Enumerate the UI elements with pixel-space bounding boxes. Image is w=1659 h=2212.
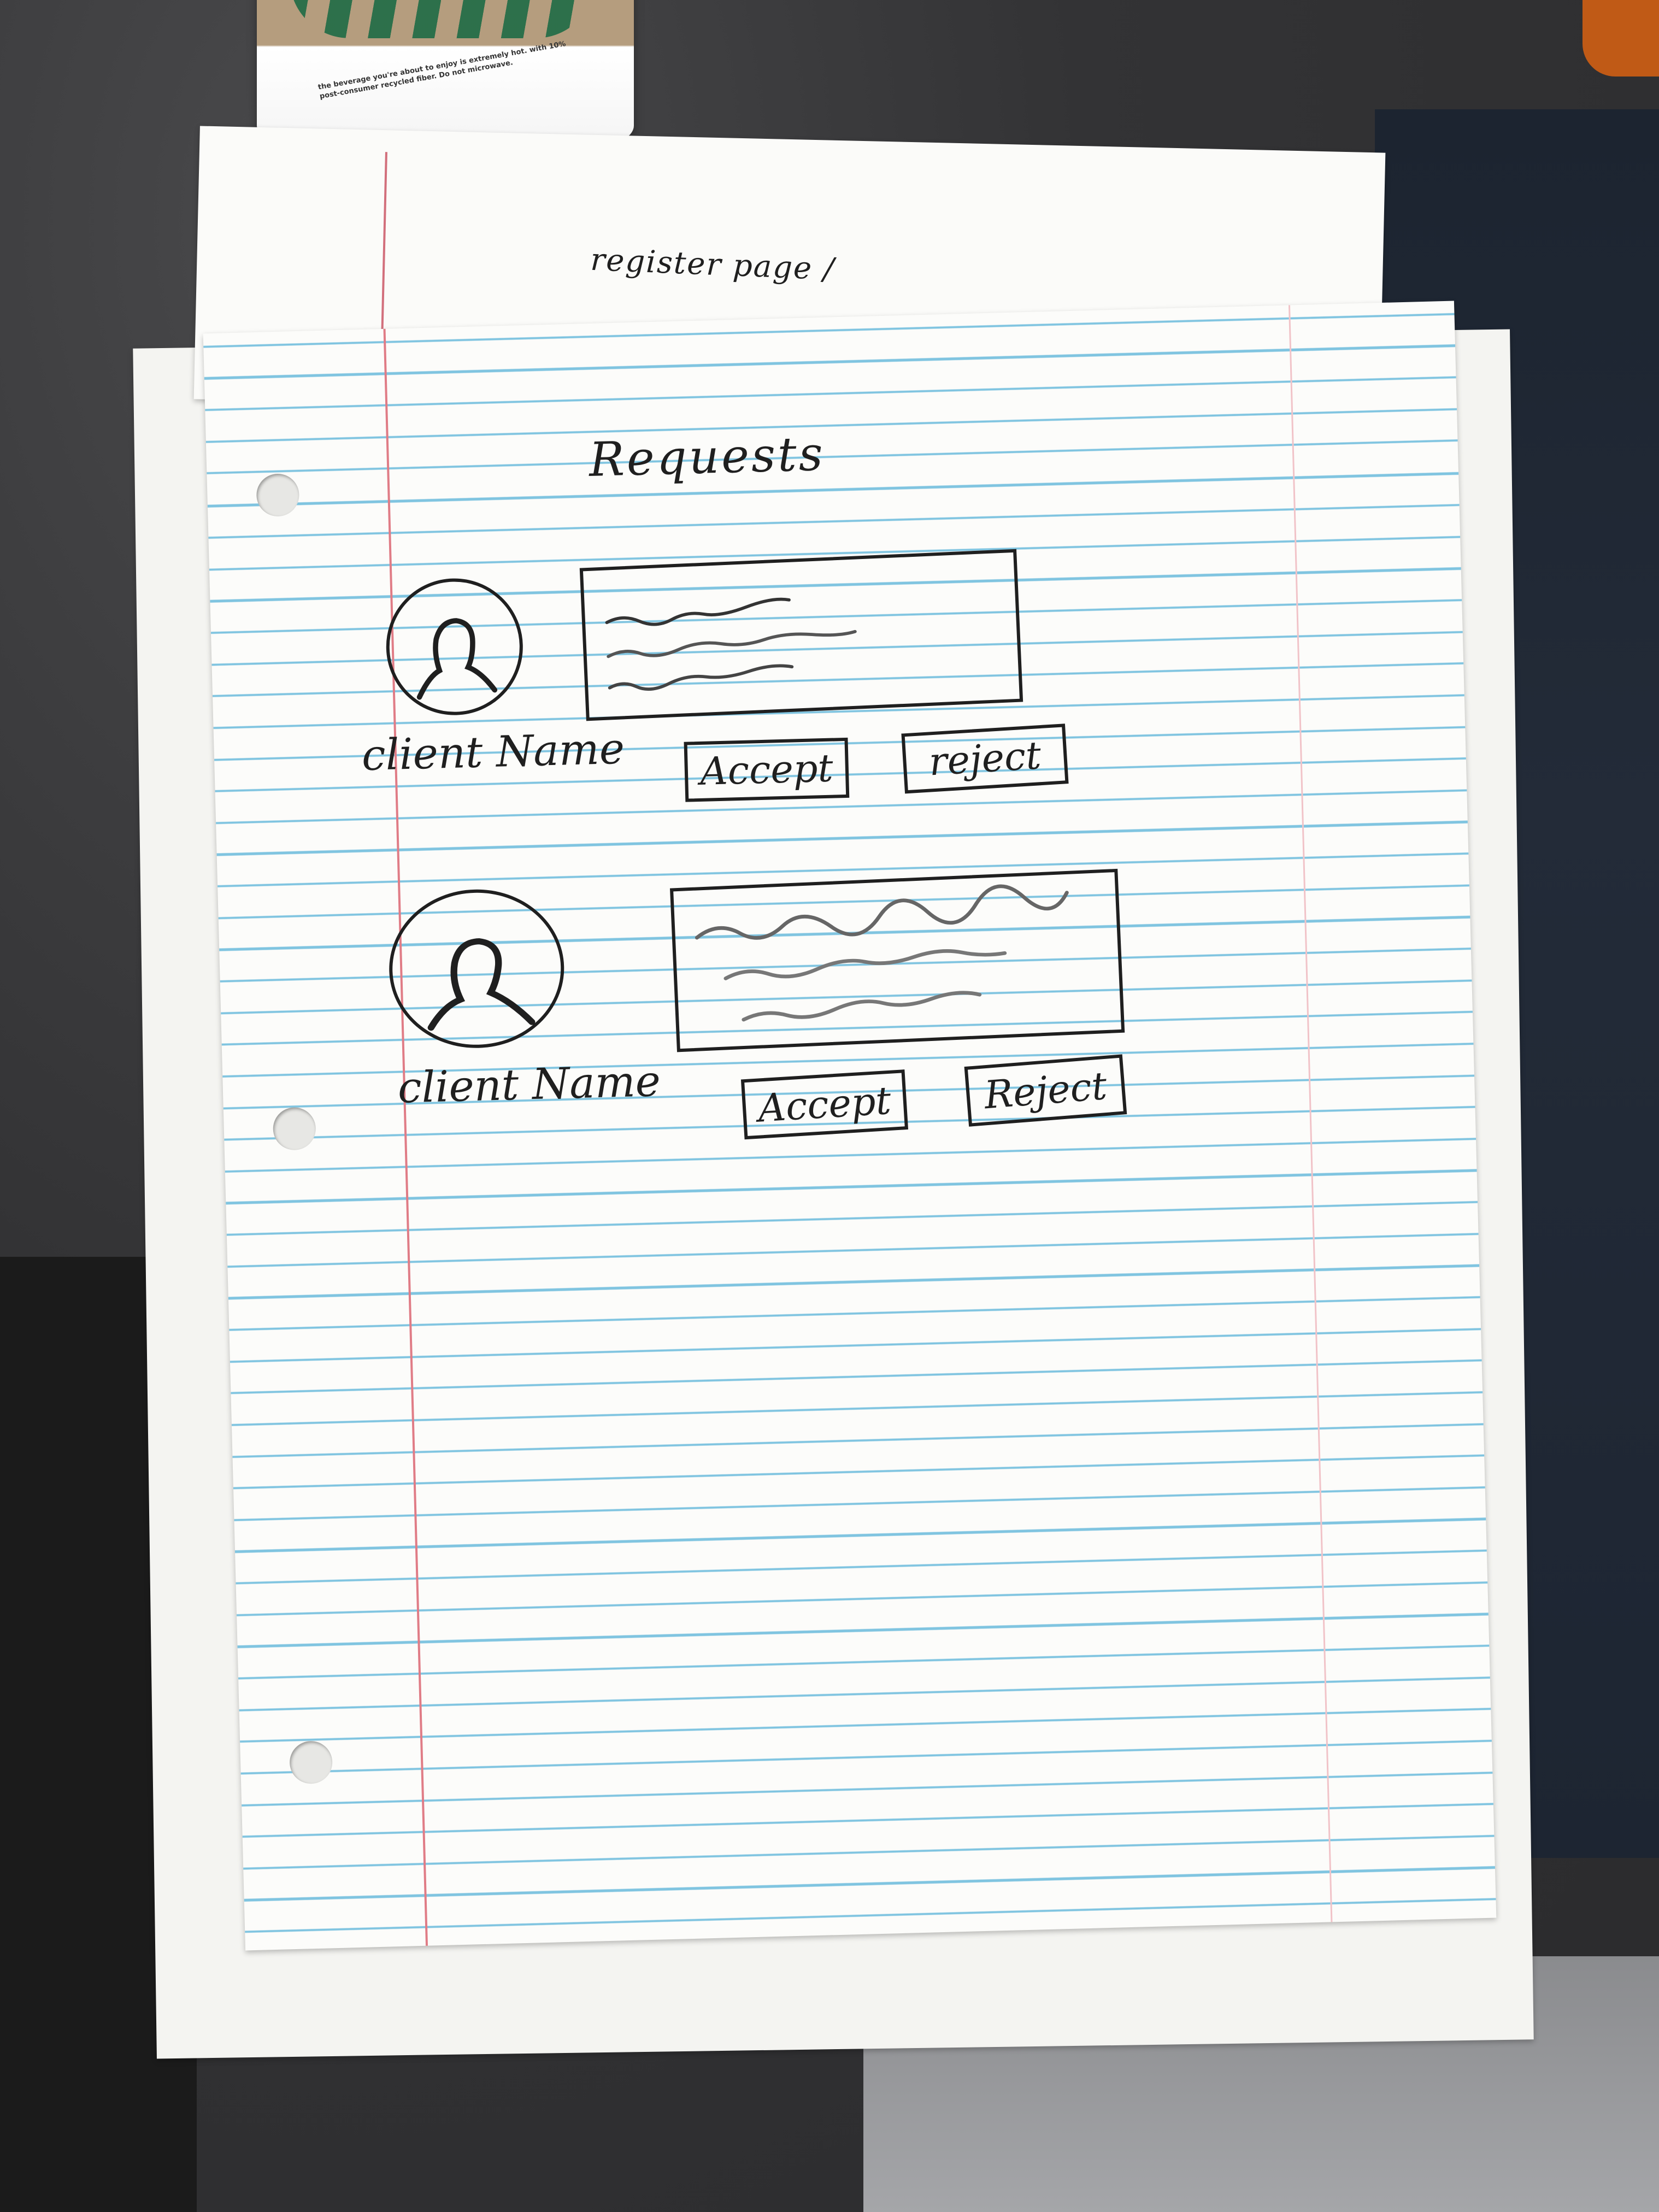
background-object (1582, 0, 1659, 77)
binder-hole (289, 1740, 333, 1785)
photo-scene: the beverage you're about to enjoy is ex… (0, 0, 1659, 2212)
cup-print: the beverage you're about to enjoy is ex… (317, 40, 567, 101)
client-name: client Name (361, 724, 625, 781)
accept-button[interactable]: Accept (684, 737, 850, 802)
reject-button[interactable]: reject (901, 723, 1069, 794)
wireframe-sheet: Requests client Name Accept reject clien… (203, 301, 1497, 1951)
message-preview-box[interactable] (579, 549, 1023, 721)
request-card: client Name Accept Reject (354, 857, 1290, 1166)
request-card: client Name Accept reject (351, 546, 1287, 854)
back-sheet-title: register page / (590, 242, 836, 287)
user-silhouette-icon (384, 576, 525, 717)
accept-button[interactable]: Accept (740, 1069, 909, 1140)
margin-line-right (1288, 305, 1333, 1922)
user-silhouette-icon (387, 887, 566, 1050)
cup-logo (290, 0, 596, 38)
page-title: Requests (588, 426, 826, 488)
client-name: client Name (397, 1057, 661, 1113)
message-preview-box[interactable] (669, 868, 1125, 1052)
binder-hole (272, 1107, 316, 1151)
binder-hole (256, 473, 300, 517)
reject-button[interactable]: Reject (964, 1054, 1127, 1127)
